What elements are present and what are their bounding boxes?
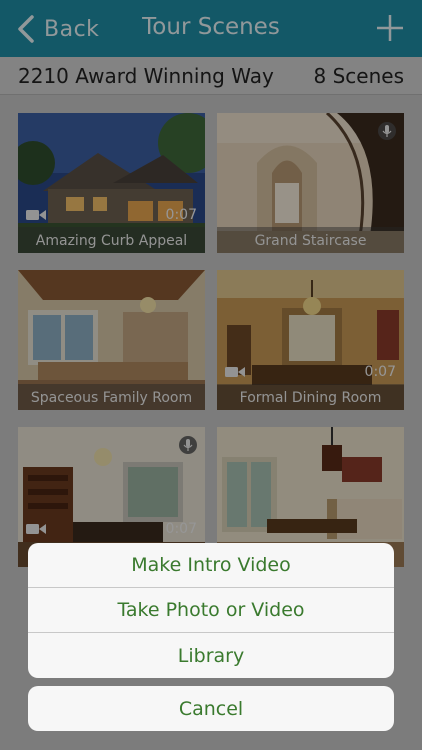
action-sheet: Make Intro Video Take Photo or Video Lib… — [28, 543, 394, 678]
cancel-button[interactable]: Cancel — [28, 686, 394, 731]
library-button[interactable]: Library — [28, 633, 394, 678]
make-intro-video-button[interactable]: Make Intro Video — [28, 543, 394, 588]
take-photo-or-video-button[interactable]: Take Photo or Video — [28, 588, 394, 633]
action-sheet-cancel: Cancel — [28, 686, 394, 731]
